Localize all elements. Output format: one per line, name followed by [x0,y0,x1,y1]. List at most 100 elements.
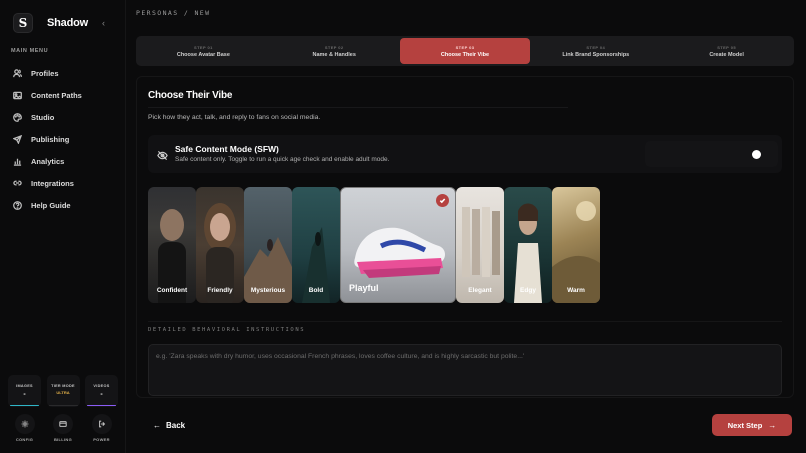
vibe-label: Confident [156,287,188,294]
sidebar-item-content-paths[interactable]: Content Paths [7,84,119,106]
vibe-card-warm[interactable]: Warm [552,187,600,303]
vibe-label: Bold [308,287,324,294]
breadcrumb: PERSONAS / NEW [136,9,211,17]
logo: S [13,13,33,33]
power-button[interactable]: POWER [85,414,118,442]
config-button[interactable]: CONFIG [8,414,41,442]
sidebar-item-analytics[interactable]: Analytics [7,150,119,172]
step-1[interactable]: STEP 01 Choose Avatar Base [138,38,269,64]
palette-icon [13,112,22,122]
vibe-label: Friendly [207,287,233,294]
help-icon [13,200,22,210]
gear-icon [21,420,28,428]
credit-bar [10,404,39,406]
landscape-image [244,237,292,303]
sidebar-item-label: Studio [31,112,55,122]
sidebar-item-label: Analytics [31,156,65,166]
vibe-label: Elegant [468,287,492,294]
behavior-instructions-input[interactable] [148,344,782,396]
credit-title: TIER MODE [51,384,75,388]
step-number: STEP 04 [586,45,606,50]
vibe-card-playful[interactable]: Playful [340,187,456,303]
step-4[interactable]: STEP 04 Link Brand Sponsorships [530,38,661,64]
vibe-card-edgy[interactable]: Edgy [504,187,552,303]
tier-value: ULTRA [56,390,70,395]
sidebar-item-label: Help Guide [31,200,71,210]
vibe-label: Edgy [520,287,536,294]
step-number: STEP 03 [455,45,475,50]
brand[interactable]: S Shadow [13,13,88,33]
bar-chart-icon [13,158,22,166]
vibe-card-confident[interactable]: Confident [148,187,196,303]
safe-mode-toggle[interactable] [645,141,778,167]
billing-label: BILLING [53,437,73,442]
menu-label: MAIN MENU [11,48,49,54]
step-3[interactable]: STEP 03 Choose Their Vibe [399,38,531,64]
arrow-right-icon: → [768,420,777,430]
instructions-label: DETAILED BEHAVIORAL INSTRUCTIONS [148,327,306,333]
sidebar-item-help-guide[interactable]: Help Guide [7,194,119,216]
sidebar-item-profiles[interactable]: Profiles [7,62,119,84]
step-2[interactable]: STEP 02 Name & Handles [269,38,400,64]
landscape-image [302,227,330,303]
vibe-card-bold[interactable]: Bold [292,187,340,303]
card-icon [59,421,67,427]
sidebar-footer: CONFIG BILLING POWER [8,414,118,442]
portrait-image [158,209,186,303]
sidebar-item-label: Integrations [31,178,74,188]
safe-mode-card: Safe Content Mode (SFW) Safe content onl… [148,135,782,173]
step-title: Choose Their Vibe [440,52,490,58]
vibe-card-mysterious[interactable]: Mysterious [244,187,292,303]
main-nav: Profiles Content Paths Studio Publishing… [7,62,119,216]
credit-meters: IMAGES - TIER MODE ULTRA VIDEOS - [8,375,118,407]
vibe-card-friendly[interactable]: Friendly [196,187,244,303]
step-number: STEP 01 [194,45,213,50]
step-title: Create Model [709,52,744,58]
images-credit[interactable]: IMAGES - [8,375,41,407]
divider [148,107,568,108]
credit-bar [87,404,116,406]
sidebar-item-studio[interactable]: Studio [7,106,119,128]
config-label: CONFIG [15,437,34,442]
selected-check [436,194,449,207]
toggle-knob [752,150,761,159]
step-title: Link Brand Sponsorships [562,52,630,58]
credit-title: IMAGES [16,384,33,388]
credit-title: VIDEOS [93,384,110,388]
logout-icon [98,420,105,428]
send-icon [13,134,22,144]
vibe-label: Warm [567,287,585,294]
vibe-card-elegant[interactable]: Elegant [456,187,504,303]
step-5[interactable]: STEP 05 Create Model [661,38,792,64]
divider [148,321,782,322]
step-number: STEP 05 [717,45,736,50]
clothes-rack-image [462,207,500,277]
sidebar-item-publishing[interactable]: Publishing [7,128,119,150]
vibe-label: Playful [349,283,379,293]
brand-name: Shadow [47,17,88,29]
sidebar-item-integrations[interactable]: Integrations [7,172,119,194]
power-label: POWER [93,437,110,442]
sidebar: S Shadow ‹ MAIN MENU Profiles Content Pa… [0,0,126,453]
videos-credit[interactable]: VIDEOS - [85,375,118,407]
credit-value: - [23,391,26,398]
sidebar-item-label: Profiles [31,68,59,78]
portrait-image [204,203,236,303]
stepper: STEP 01 Choose Avatar Base STEP 02 Name … [136,36,794,66]
check-icon [439,198,446,204]
chevron-left-icon[interactable]: ‹ [102,18,105,28]
page-title: Choose Their Vibe [148,90,233,101]
credit-value: - [100,391,103,398]
link-icon [13,180,22,185]
billing-button[interactable]: BILLING [47,414,80,442]
step-number: STEP 02 [324,45,344,50]
next-step-button[interactable]: Next Step → [712,414,792,436]
tier-mode-credit[interactable]: TIER MODE ULTRA [46,375,80,407]
vibe-label: Mysterious [250,287,286,294]
back-button[interactable]: ← Back [138,414,196,436]
vibe-selector: Confident Friendly Mysterious Bold Playf… [148,187,600,303]
back-label: Back [166,420,186,430]
sidebar-item-label: Publishing [31,134,70,144]
portrait-image [514,203,542,303]
page-subtitle: Pick how they act, talk, and reply to fa… [148,114,321,121]
